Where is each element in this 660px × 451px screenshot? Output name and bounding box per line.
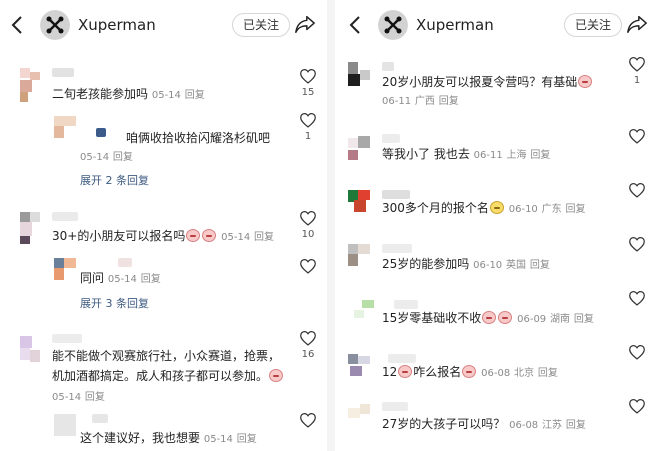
comment-text[interactable]: 咱俩收拾收拾闪耀洛杉矶吧 <box>126 128 270 148</box>
reply-button[interactable]: 回复 <box>85 392 105 403</box>
heart-outline-icon[interactable] <box>299 210 317 226</box>
like-count: 16 <box>301 349 315 360</box>
avatar[interactable] <box>54 258 76 284</box>
avatar[interactable] <box>348 300 374 322</box>
heart-outline-icon[interactable] <box>299 68 317 84</box>
like-count: 10 <box>301 229 315 240</box>
comment-meta: 05-14 回复 <box>80 152 133 163</box>
reply-button[interactable]: 回复 <box>530 150 550 161</box>
like-count: 1 <box>304 131 312 142</box>
comment-text[interactable]: 二旬老孩能参加吗 05-14 回复 <box>52 84 205 106</box>
heart-outline-icon[interactable] <box>299 112 317 128</box>
username[interactable] <box>382 134 400 143</box>
reply-button[interactable]: 回复 <box>185 90 205 101</box>
username[interactable] <box>52 212 78 221</box>
comment-text[interactable]: 300多个月的报个名 06-10 广东 回复 <box>382 198 585 220</box>
comment-text[interactable]: 20岁小朋友可以报夏令营吗？有基础 <box>382 72 593 92</box>
avatar[interactable] <box>54 116 76 140</box>
emoji-sticker-icon <box>578 75 593 88</box>
username[interactable] <box>382 402 408 411</box>
reply-button[interactable]: 回复 <box>530 260 550 271</box>
avatar[interactable] <box>348 244 370 268</box>
heart-outline-icon[interactable] <box>628 236 646 252</box>
comment-text[interactable]: 能不能做个观赛旅行社，小众赛道，抢票，机加酒都搞定。成人和孩子都可以参加。 <box>52 346 290 386</box>
reply-button[interactable]: 回复 <box>237 434 257 445</box>
like-count: 15 <box>301 87 315 98</box>
panel-divider <box>327 0 335 451</box>
username[interactable] <box>92 414 108 423</box>
reply-button[interactable]: 回复 <box>538 368 558 379</box>
reply-button[interactable]: 回复 <box>565 204 585 215</box>
heart-outline-icon[interactable] <box>628 290 646 306</box>
avatar[interactable] <box>40 10 70 40</box>
heart-outline-icon[interactable] <box>628 56 646 72</box>
chevron-left-icon[interactable] <box>346 14 366 36</box>
comment-text[interactable]: 30+的小朋友可以报名吗 05-14 回复 <box>52 226 274 248</box>
heart-outline-icon[interactable] <box>628 398 646 414</box>
reply-button[interactable]: 回复 <box>141 274 161 285</box>
emoji-sticker-icon <box>186 229 201 242</box>
header: Xuperman 已关注 <box>0 0 324 52</box>
comment-text[interactable]: 15岁零基础收不收 06-09 湖南 回复 <box>382 308 594 330</box>
emoji-sticker-icon <box>269 369 284 382</box>
reply-button[interactable]: 回复 <box>113 152 133 163</box>
follow-button[interactable]: 已关注 <box>232 13 291 37</box>
comment-text[interactable]: 同问 05-14 回复 <box>80 268 161 290</box>
like-count: 1 <box>633 75 641 86</box>
right-panel: Xuperman 已关注 20岁小朋友可以报夏令营吗？有基础 06-11 广西 … <box>338 0 660 451</box>
reply-button[interactable]: 回复 <box>566 420 586 431</box>
avatar[interactable] <box>20 212 42 248</box>
expand-replies-link[interactable]: 展开 2 条回复 <box>80 172 149 188</box>
comment-meta: 05-14 回复 <box>52 392 105 403</box>
share-arrow-icon[interactable] <box>294 13 316 35</box>
avatar[interactable] <box>20 68 42 104</box>
heart-outline-icon[interactable] <box>299 412 317 428</box>
heart-outline-icon[interactable] <box>299 258 317 274</box>
comment-text[interactable]: 等我小了 我也去 06-11 上海 回复 <box>382 144 550 166</box>
follow-button[interactable]: 已关注 <box>564 13 623 37</box>
comment-text[interactable]: 27岁的大孩子可以吗？ 06-08 江苏 回复 <box>382 414 586 436</box>
heart-outline-icon[interactable] <box>628 344 646 360</box>
comment-meta: 06-11 广西 回复 <box>382 96 459 107</box>
username[interactable] <box>382 244 412 253</box>
comment-text[interactable]: 12 咋么报名 06-08 北京 回复 <box>382 362 558 384</box>
username[interactable] <box>96 128 106 137</box>
username[interactable]: Xuperman <box>78 16 156 34</box>
comment-text[interactable]: 这个建议好，我也想要 05-14 回复 <box>80 428 257 450</box>
heart-outline-icon[interactable] <box>628 182 646 198</box>
share-arrow-icon[interactable] <box>626 13 648 35</box>
emoji-sticker-icon <box>482 311 497 324</box>
username[interactable] <box>382 62 394 71</box>
heart-outline-icon[interactable] <box>299 330 317 346</box>
emoji-sticker-icon <box>498 311 513 324</box>
left-panel: Xuperman 已关注 二旬老孩能参加吗 05-14 回复 15 咱俩收拾收拾… <box>0 0 324 451</box>
avatar[interactable] <box>20 336 42 372</box>
reply-button[interactable]: 回复 <box>254 232 274 243</box>
avatar[interactable] <box>348 136 370 162</box>
avatar[interactable] <box>54 414 76 436</box>
username[interactable]: Xuperman <box>416 16 494 34</box>
emoji-sticker-icon <box>202 229 217 242</box>
reply-button[interactable]: 回复 <box>574 314 594 325</box>
avatar[interactable] <box>348 62 370 88</box>
username[interactable] <box>118 258 132 267</box>
comment-text[interactable]: 25岁的能参加吗 06-10 英国 回复 <box>382 254 550 276</box>
avatar[interactable] <box>348 190 370 214</box>
expand-replies-link[interactable]: 展开 3 条回复 <box>80 295 149 311</box>
avatar[interactable] <box>348 354 370 378</box>
username[interactable] <box>52 68 74 77</box>
avatar[interactable] <box>348 404 370 428</box>
chevron-left-icon[interactable] <box>8 14 28 36</box>
avatar[interactable] <box>378 10 408 40</box>
reply-button[interactable]: 回复 <box>439 96 459 107</box>
emoji-sticker-icon <box>489 201 504 214</box>
emoji-sticker-icon <box>462 365 477 378</box>
emoji-sticker-icon <box>398 365 413 378</box>
header: Xuperman 已关注 <box>338 0 660 52</box>
username[interactable] <box>52 334 82 343</box>
heart-outline-icon[interactable] <box>628 128 646 144</box>
